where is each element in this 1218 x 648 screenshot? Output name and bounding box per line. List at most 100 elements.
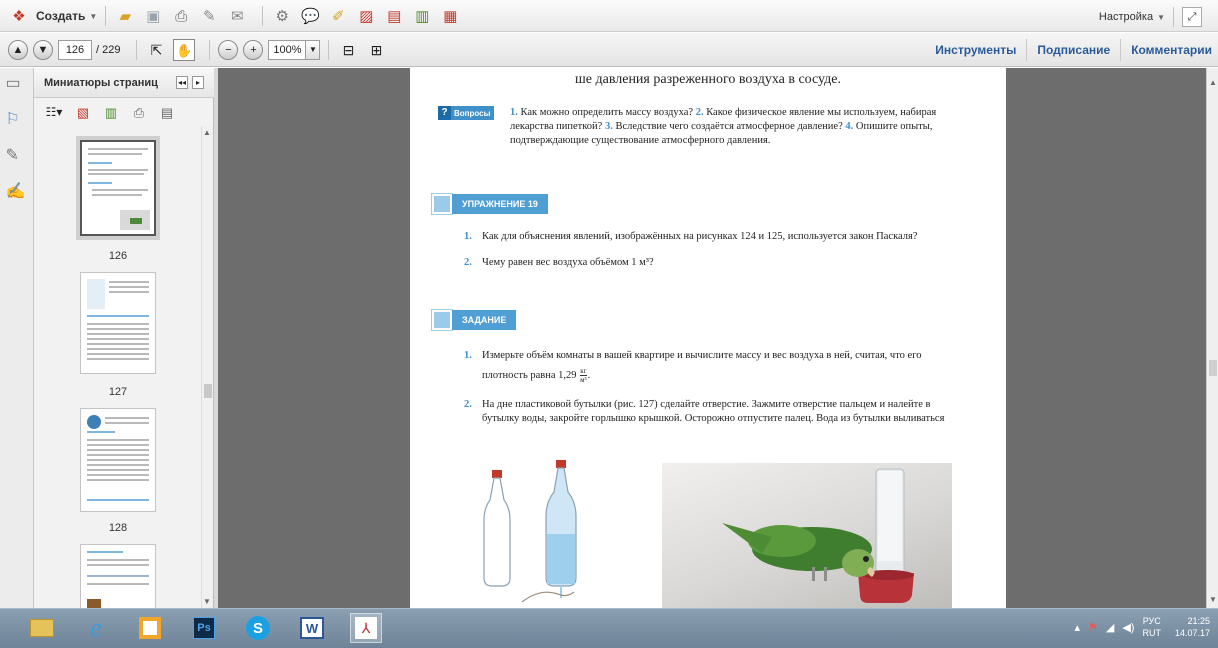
- pdf-sign-icon[interactable]: ▨: [355, 5, 377, 27]
- photoshop-button[interactable]: Ps: [188, 613, 220, 643]
- clock-date: 14.07.17: [1174, 628, 1210, 638]
- thumbnails-title: Миниатюры страниц: [44, 77, 158, 89]
- item-tail: .: [587, 370, 591, 381]
- settings-icon[interactable]: ⚙: [271, 5, 293, 27]
- create-button[interactable]: Создать ▼: [36, 9, 97, 23]
- comments-link[interactable]: Комментарии: [1121, 43, 1218, 57]
- keyboard-language[interactable]: РУС RUT: [1142, 615, 1161, 639]
- previous-page-button[interactable]: ▲: [8, 40, 28, 60]
- zoom-dropdown-button[interactable]: ▼: [306, 40, 321, 60]
- scroll-up-icon[interactable]: ▲: [203, 128, 211, 137]
- questions-badge: ? Вопросы: [438, 106, 494, 120]
- edit-icon[interactable]: ✎: [198, 5, 220, 27]
- scroll-up-icon[interactable]: ▲: [1209, 78, 1217, 87]
- scrollbar-thumb[interactable]: [204, 384, 212, 398]
- thumbnail-page-126[interactable]: [80, 140, 156, 236]
- thumbnail-label: 127: [108, 386, 128, 398]
- zoom-in-button[interactable]: +: [243, 40, 264, 60]
- list-item: 2. Чему равен вес воздуха объёмом 1 м³?: [464, 256, 962, 270]
- thumbnails-scrollbar[interactable]: ▲ ▼: [201, 126, 213, 608]
- pdf-combine-icon[interactable]: ▥: [411, 5, 433, 27]
- fit-page-icon[interactable]: ⊞: [365, 39, 387, 61]
- word-button[interactable]: W: [296, 613, 328, 643]
- thumbnail-page-128[interactable]: [80, 408, 156, 512]
- clock-time: 21:25: [1187, 616, 1210, 626]
- highlight-icon[interactable]: ✐: [327, 5, 349, 27]
- main-toolbar: ❖ Создать ▼ ▰ ▣ ⎙ ✎ ✉ ⚙ 💬 ✐ ▨ ▤ ▥ ▦ Наст…: [0, 0, 1218, 32]
- item-text: Измерьте объём комнаты в вашей квартире …: [482, 350, 922, 381]
- print-pages-icon[interactable]: ⎙: [128, 101, 150, 123]
- settings-menu[interactable]: Настройка ▼: [1099, 11, 1165, 23]
- item-number: 2.: [464, 257, 472, 268]
- item-text: На дне пластиковой бутылки (рис. 127) сд…: [482, 399, 945, 424]
- collapse-panel-button[interactable]: ◂◂: [176, 76, 188, 89]
- sign-link[interactable]: Подписание: [1027, 43, 1120, 57]
- open-folder-icon[interactable]: ▰: [114, 5, 136, 27]
- unit-numerator: кг: [580, 367, 587, 377]
- page-thumbnails-icon[interactable]: ▭: [6, 76, 28, 98]
- next-page-button[interactable]: ▼: [33, 40, 53, 60]
- thumbnails-list: 126 127 128: [34, 126, 202, 608]
- toolbar-separator: [262, 6, 264, 26]
- parrot-photo: [662, 463, 952, 608]
- expand-icon[interactable]: ⤢: [1182, 7, 1202, 27]
- store-icon: [139, 617, 161, 639]
- thumbnails-panel: Миниатюры страниц ◂◂ ▸ ☷▾ ▧ ▥ ⎙ ▤ 126 12…: [34, 68, 214, 608]
- skype-icon: S: [246, 616, 270, 640]
- chevron-down-icon: ▼: [89, 11, 98, 21]
- density-unit: кг м³: [580, 367, 587, 384]
- hand-tool-icon[interactable]: ✋: [173, 39, 196, 61]
- page-properties-icon[interactable]: ▤: [156, 101, 178, 123]
- page-count: / 229: [96, 44, 121, 56]
- create-label: Создать: [36, 9, 86, 23]
- panel-options-button[interactable]: ▸: [192, 76, 204, 89]
- question-number: 4.: [845, 121, 854, 132]
- volume-icon[interactable]: ◀): [1122, 621, 1134, 634]
- insert-pages-icon[interactable]: ▥: [100, 101, 122, 123]
- skype-button[interactable]: S: [242, 613, 274, 643]
- email-icon[interactable]: ✉: [226, 5, 248, 27]
- zoom-input[interactable]: 100%: [268, 40, 307, 60]
- system-tray: ▴ ⚑ ◢ ◀) РУС RUT 21:25 14.07.17: [1074, 615, 1210, 639]
- delete-pages-icon[interactable]: ▧: [72, 101, 94, 123]
- fit-width-icon[interactable]: ⊟: [337, 39, 359, 61]
- comment-icon[interactable]: 💬: [299, 5, 321, 27]
- document-scrollbar[interactable]: ▲ ▼: [1206, 68, 1218, 608]
- zoom-out-button[interactable]: −: [218, 40, 239, 60]
- scroll-down-icon[interactable]: ▼: [203, 597, 211, 606]
- questions-badge-label: Вопросы: [454, 108, 491, 118]
- pdf-export-icon[interactable]: ▤: [383, 5, 405, 27]
- scrollbar-thumb[interactable]: [1209, 360, 1217, 376]
- task-icon: [431, 309, 453, 331]
- action-center-icon[interactable]: ⚑: [1088, 621, 1098, 634]
- tools-link[interactable]: Инструменты: [925, 43, 1026, 57]
- pdf-share-icon[interactable]: ▦: [439, 5, 461, 27]
- task-header: ЗАДАНИЕ: [431, 309, 517, 331]
- question-mark-icon: ?: [438, 106, 451, 120]
- thumbnail-page-127[interactable]: [80, 272, 156, 374]
- clock[interactable]: 21:25 14.07.17: [1175, 615, 1210, 639]
- thumbnail-options-icon[interactable]: ☷▾: [42, 101, 66, 123]
- scroll-down-icon[interactable]: ▼: [1209, 595, 1217, 604]
- navigation-toolbar: ▲ ▼ 126 / 229 ⇱ ✋ − + 100% ▼ ⊟ ⊞ Инструм…: [0, 33, 1218, 67]
- page-number-input[interactable]: 126: [58, 40, 92, 60]
- show-hidden-icons-icon[interactable]: ▴: [1074, 621, 1080, 634]
- select-cursor-icon[interactable]: ⇱: [145, 39, 167, 61]
- bottles-illustration: [483, 460, 577, 603]
- internet-explorer-button[interactable]: e: [80, 613, 112, 643]
- signatures-icon[interactable]: ✍: [6, 184, 28, 206]
- network-icon[interactable]: ◢: [1106, 621, 1114, 634]
- document-page: ше давления разреженного воздуха в сосуд…: [410, 68, 1006, 608]
- store-button[interactable]: [134, 613, 166, 643]
- print-icon[interactable]: ⎙: [170, 5, 192, 27]
- thumbnail-page-129[interactable]: [80, 544, 156, 608]
- question-text: Как можно определить массу воздуха?: [520, 107, 694, 118]
- bookmarks-icon[interactable]: ⚐: [6, 112, 28, 134]
- save-icon[interactable]: ▣: [142, 5, 164, 27]
- attachments-icon[interactable]: ✎: [6, 148, 28, 170]
- item-text: Как для объяснения явлений, изображённых…: [482, 231, 918, 242]
- adobe-reader-button[interactable]: ⅄: [350, 613, 382, 643]
- create-pdf-icon[interactable]: ❖: [8, 5, 30, 27]
- file-explorer-button[interactable]: [26, 613, 58, 643]
- item-number: 2.: [464, 399, 472, 410]
